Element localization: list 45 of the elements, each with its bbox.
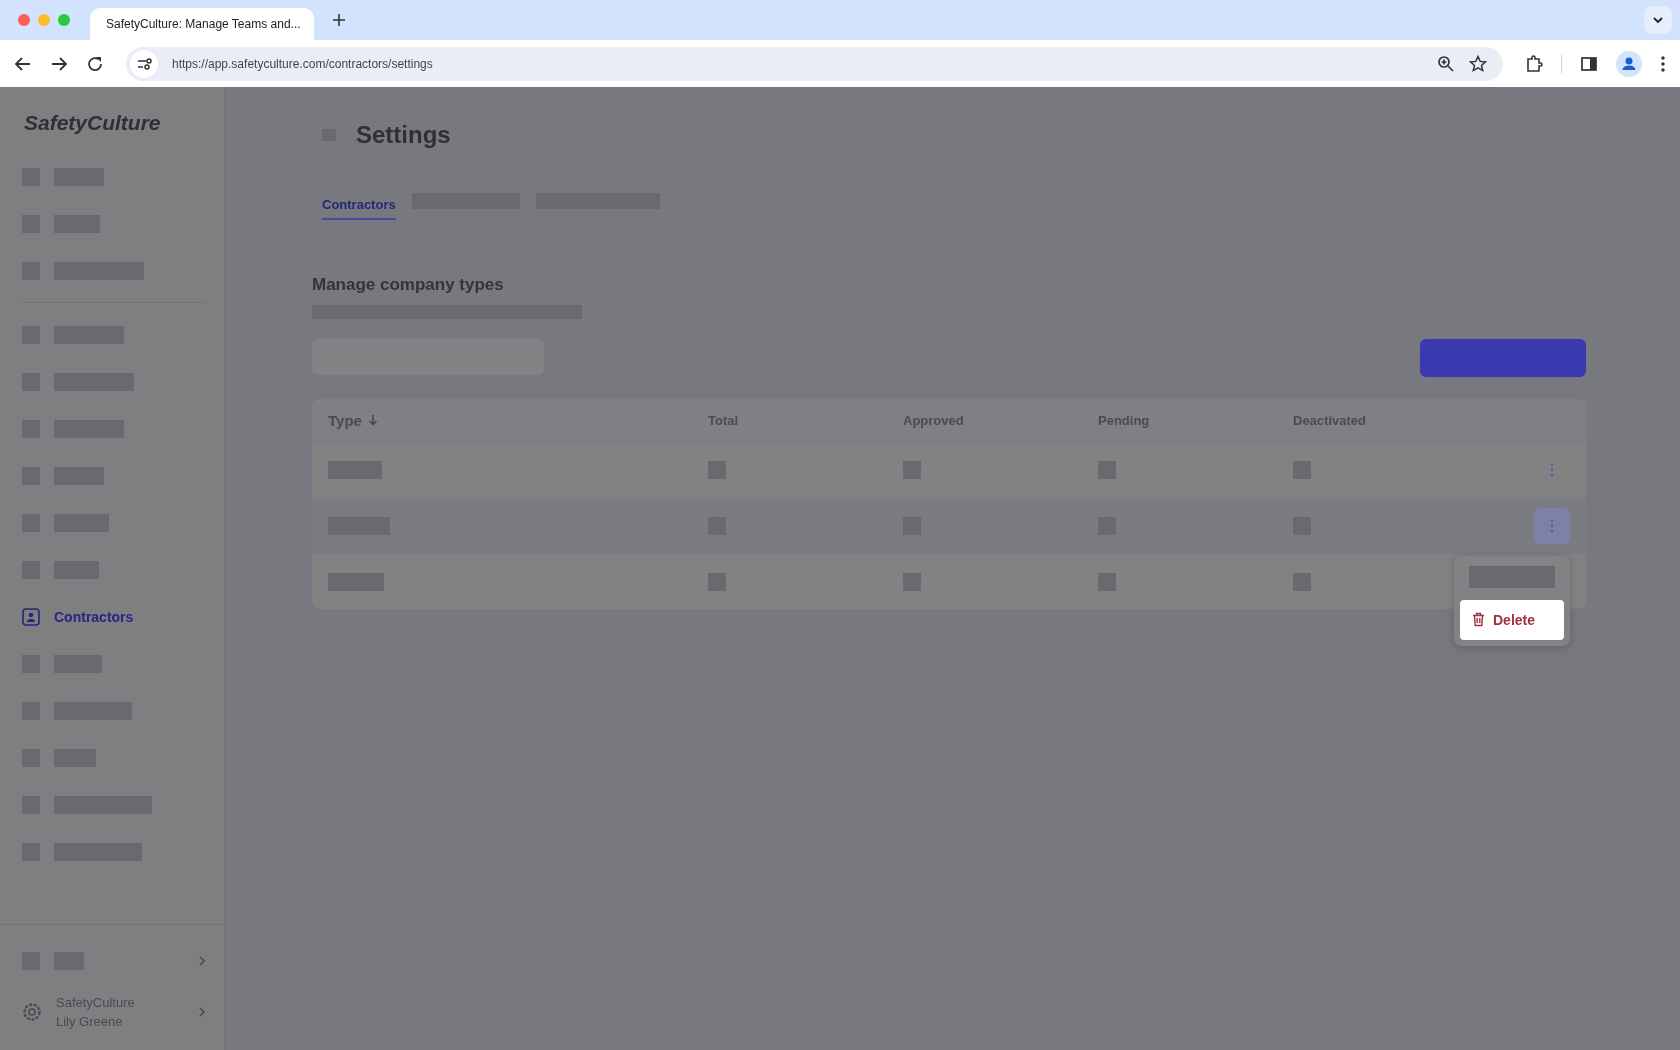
profile-icon[interactable] (1616, 50, 1642, 77)
sidebar-item[interactable]: Contractors (22, 593, 224, 640)
redacted-cell (708, 460, 726, 479)
side-panel-icon[interactable] (1580, 54, 1598, 73)
kebab-icon (1550, 518, 1554, 533)
redacted-cell (1098, 460, 1116, 479)
delete-menu-item[interactable]: Delete (1460, 599, 1564, 640)
zoom-icon[interactable] (1437, 54, 1455, 73)
logo: SafetyCulture (23, 110, 162, 136)
reload-icon[interactable] (86, 54, 104, 73)
window-minimize-button[interactable] (38, 14, 50, 26)
star-icon[interactable] (1469, 54, 1487, 73)
redacted-cell (328, 460, 382, 479)
kebab-icon (1550, 462, 1554, 477)
redacted-cell (708, 572, 726, 591)
chevron-icon[interactable] (198, 1006, 206, 1018)
trash-icon (1472, 612, 1485, 627)
chevron-icon[interactable] (198, 954, 206, 967)
chevron-down-icon (1652, 16, 1664, 24)
more-icon[interactable] (1660, 54, 1666, 73)
redacted-cell (1293, 572, 1311, 591)
puzzle-icon[interactable] (1525, 54, 1543, 73)
tab[interactable]: Contractors (322, 196, 396, 220)
sort-down-icon[interactable] (367, 414, 378, 426)
tab-title: SafetyCulture: Manage Teams and... (106, 17, 301, 31)
redacted-cell (903, 460, 921, 479)
window-maximize-button[interactable] (58, 14, 70, 26)
browser-tab[interactable]: SafetyCulture: Manage Teams and... (90, 8, 314, 40)
redacted-menu-item[interactable] (1469, 565, 1555, 588)
gear-icon (22, 1002, 42, 1022)
page-title: Settings (356, 121, 451, 149)
back-icon[interactable] (14, 54, 32, 73)
new-tab-icon[interactable] (332, 13, 346, 27)
site-settings-icon[interactable] (130, 49, 158, 78)
contractor-icon (22, 607, 40, 626)
tab-list-button[interactable] (1644, 6, 1672, 34)
forward-icon[interactable] (50, 54, 68, 73)
window-close-button[interactable] (18, 14, 30, 26)
address-bar[interactable]: https://app.safetyculture.com/contractors/settings (126, 46, 1503, 81)
redacted-cell (1098, 572, 1116, 591)
redacted-cell (903, 572, 921, 591)
redacted-cell (328, 572, 384, 591)
section-title: Manage company types (312, 275, 505, 295)
redacted-cell (1293, 460, 1311, 479)
url-text: https://app.safetyculture.com/contractors/settings (172, 56, 433, 71)
